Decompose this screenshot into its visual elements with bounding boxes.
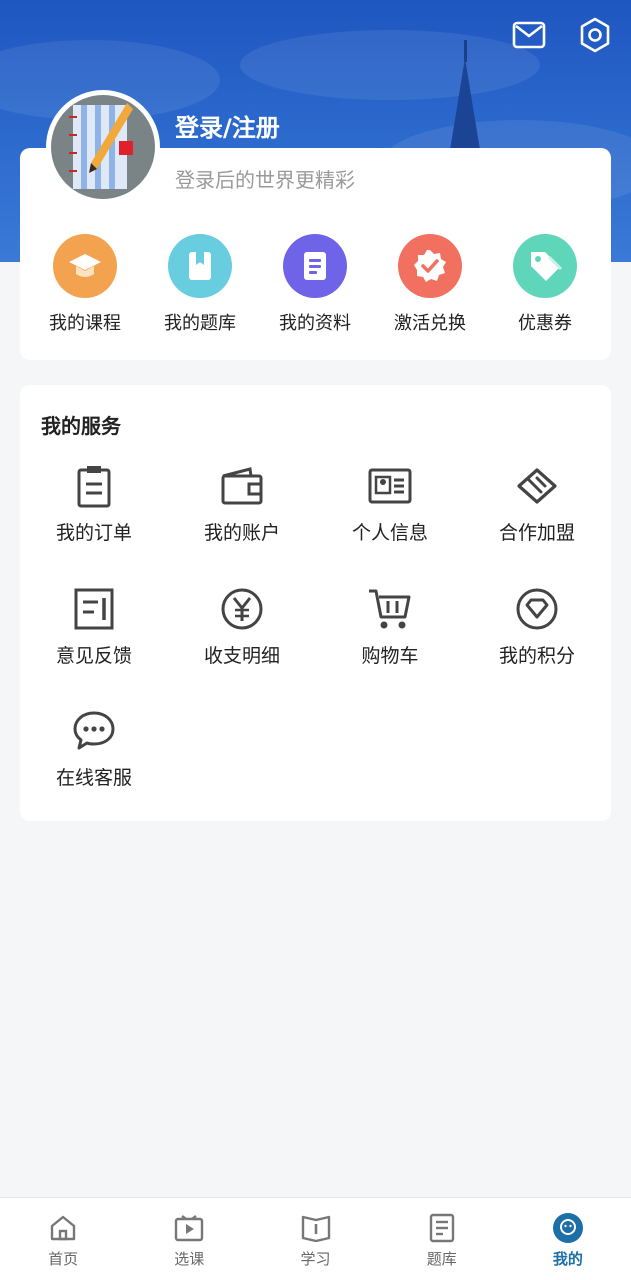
service-my-orders[interactable]: 我的订单: [20, 462, 168, 545]
quick-link-label: 我的课程: [49, 313, 121, 334]
service-shopping-cart[interactable]: 购物车: [316, 585, 464, 668]
diamond-icon: [513, 585, 561, 633]
tab-question-bank[interactable]: 题库: [379, 1198, 505, 1280]
exam-paper-icon: [426, 1212, 458, 1244]
service-label: 我的积分: [498, 645, 575, 667]
quick-link-activate-redeem[interactable]: 激活兑换: [370, 234, 490, 335]
feedback-icon: [70, 585, 118, 633]
service-my-account[interactable]: 我的账户: [168, 462, 316, 545]
tab-label: 我的: [552, 1250, 583, 1268]
service-label: 我的订单: [55, 522, 132, 544]
bottom-tab-bar: 首页 选课 学习 题库 我的: [0, 1197, 631, 1280]
document-icon: [283, 234, 347, 298]
tab-courses[interactable]: 选课: [126, 1198, 252, 1280]
tab-home[interactable]: 首页: [0, 1198, 126, 1280]
services-section-title: 我的服务: [41, 414, 121, 438]
service-label: 我的账户: [203, 522, 280, 544]
quick-link-label: 优惠券: [518, 313, 572, 334]
quick-link-label: 我的题库: [164, 313, 236, 334]
cart-icon: [366, 585, 414, 633]
service-feedback[interactable]: 意见反馈: [20, 585, 168, 668]
login-register-link[interactable]: 登录/注册: [175, 108, 280, 143]
service-label: 在线客服: [55, 767, 132, 789]
clipboard-icon: [70, 462, 118, 510]
tab-label: 首页: [48, 1250, 79, 1268]
quick-link-label: 我的资料: [279, 313, 351, 334]
service-label: 意见反馈: [55, 645, 132, 667]
login-subtitle: 登录后的世界更精彩: [175, 168, 355, 192]
avatar[interactable]: [46, 90, 160, 204]
book-icon: [300, 1212, 332, 1244]
tab-mine[interactable]: 我的: [505, 1198, 631, 1280]
service-personal-info[interactable]: 个人信息: [316, 462, 464, 545]
coupon-tag-icon: [513, 234, 577, 298]
tab-study[interactable]: 学习: [252, 1198, 378, 1280]
service-label: 购物车: [361, 645, 419, 667]
service-label: 个人信息: [351, 522, 428, 544]
tab-label: 学习: [300, 1250, 331, 1268]
tab-label: 选课: [174, 1250, 205, 1268]
settings-icon[interactable]: [576, 16, 614, 54]
profile-face-icon: [552, 1212, 584, 1244]
wallet-icon: [218, 462, 266, 510]
service-transactions[interactable]: 收支明细: [168, 585, 316, 668]
service-online-support[interactable]: 在线客服: [20, 707, 168, 790]
handshake-icon: [513, 462, 561, 510]
question-bank-icon: [168, 234, 232, 298]
badge-check-icon: [398, 234, 462, 298]
service-my-points[interactable]: 我的积分: [463, 585, 611, 668]
chat-icon: [70, 707, 118, 755]
tab-label: 题库: [426, 1250, 457, 1268]
mail-icon[interactable]: [510, 16, 548, 54]
id-card-icon: [366, 462, 414, 510]
graduation-cap-icon: [53, 234, 117, 298]
home-icon: [47, 1212, 79, 1244]
service-label: 合作加盟: [498, 522, 575, 544]
service-label: 收支明细: [203, 645, 280, 667]
notebook-pencil-icon: [69, 103, 133, 189]
quick-link-my-courses[interactable]: 我的课程: [25, 234, 145, 335]
quick-link-my-question-bank[interactable]: 我的题库: [140, 234, 260, 335]
quick-link-my-materials[interactable]: 我的资料: [255, 234, 375, 335]
yen-icon: [218, 585, 266, 633]
service-partnership[interactable]: 合作加盟: [463, 462, 611, 545]
quick-link-coupons[interactable]: 优惠券: [485, 234, 605, 335]
quick-link-label: 激活兑换: [394, 313, 466, 334]
video-course-icon: [173, 1212, 205, 1244]
